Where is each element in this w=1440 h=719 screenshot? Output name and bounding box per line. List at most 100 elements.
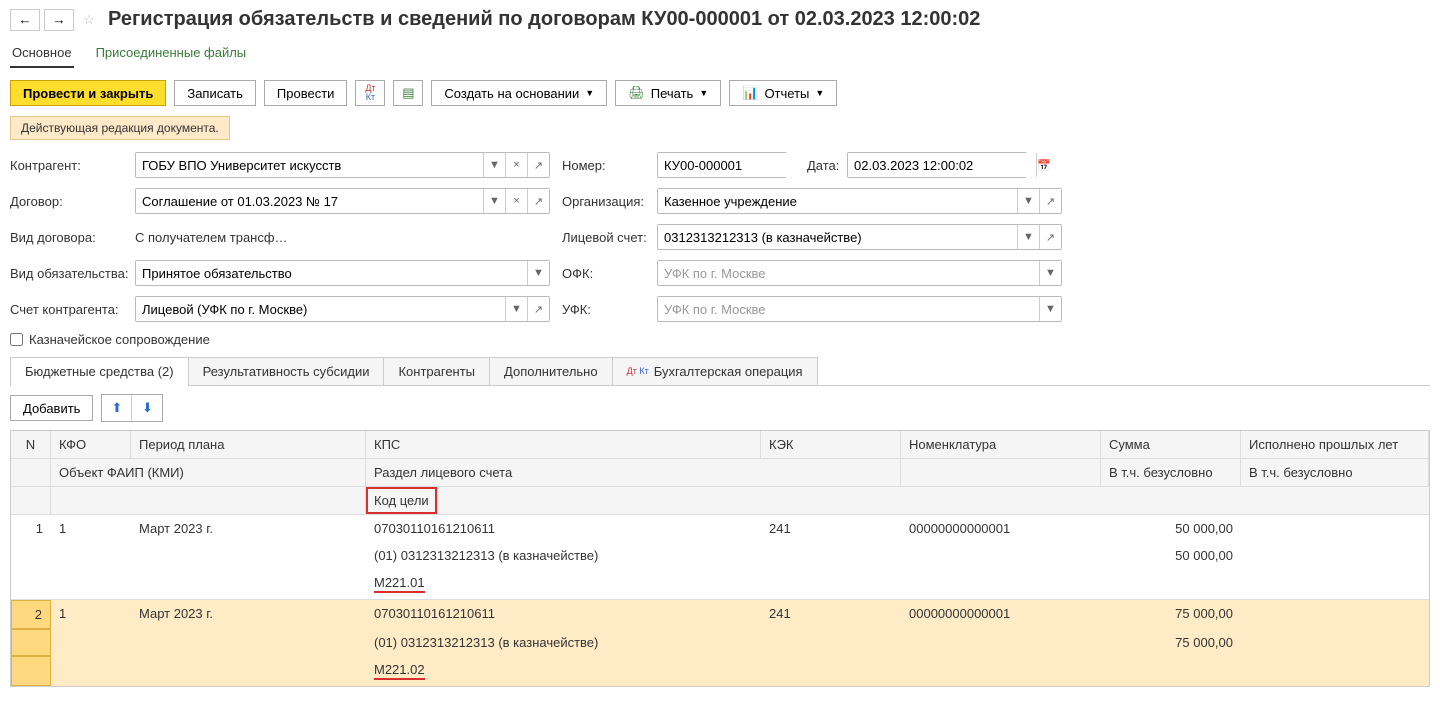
ls-label: Лицевой счет:	[562, 230, 657, 245]
open-button[interactable]: ↗	[527, 153, 549, 177]
status-badge: Действующая редакция документа.	[10, 116, 230, 140]
dropdown-button[interactable]: ▼	[505, 297, 527, 321]
col-period: Период плана	[131, 431, 366, 458]
ufk-label: УФК:	[562, 302, 657, 317]
cell-kps: 07030110161210611	[366, 600, 761, 629]
chevron-down-icon: ▼	[585, 88, 594, 98]
contract-type-value: С получателем трансф…	[135, 230, 288, 245]
cell-kod-celi: М221.02	[374, 662, 425, 680]
list-view-button[interactable]: ▤	[393, 80, 423, 106]
dropdown-button[interactable]: ▼	[483, 189, 505, 213]
col-vtch-1: В т.ч. безусловно	[1101, 459, 1241, 486]
cell-nom: 00000000000001	[901, 600, 1101, 629]
cell-period: Март 2023 г.	[131, 515, 366, 542]
col-nom: Номенклатура	[901, 431, 1101, 458]
dropdown-button[interactable]: ▼	[483, 153, 505, 177]
cell-kek: 241	[761, 600, 901, 629]
dropdown-button[interactable]: ▼	[1039, 261, 1061, 285]
move-down-button[interactable]: ⬇	[132, 395, 162, 421]
cell-sum: 50 000,00	[1101, 515, 1241, 542]
favorite-star-icon[interactable]: ☆	[78, 9, 100, 31]
table-row[interactable]: 1 1 Март 2023 г. 07030110161210611 241 0…	[11, 514, 1429, 599]
col-executed: Исполнено прошлых лет	[1241, 431, 1429, 458]
ufk-input[interactable]	[658, 297, 1039, 321]
col-vtch-2: В т.ч. безусловно	[1241, 459, 1429, 486]
add-row-button[interactable]: Добавить	[10, 395, 93, 421]
chevron-down-icon: ▼	[699, 88, 708, 98]
contract-label: Договор:	[10, 194, 135, 209]
col-kps: КПС	[366, 431, 761, 458]
open-button[interactable]: ↗	[1039, 225, 1061, 249]
col-razdel: Раздел лицевого счета	[366, 459, 901, 486]
cell-sum: 75 000,00	[1101, 600, 1241, 629]
account-input[interactable]	[136, 297, 505, 321]
reports-button[interactable]: 📊 Отчеты ▼	[729, 80, 837, 106]
date-label: Дата:	[807, 158, 847, 173]
tab-additional[interactable]: Дополнительно	[489, 357, 613, 385]
cell-vtch-sum: 75 000,00	[1101, 629, 1241, 656]
org-input[interactable]	[658, 189, 1017, 213]
col-sum: Сумма	[1101, 431, 1241, 458]
date-input[interactable]	[848, 153, 1036, 177]
budget-table: N КФО Период плана КПС КЭК Номенклатура …	[10, 430, 1430, 687]
dropdown-button[interactable]: ▼	[1017, 225, 1039, 249]
printer-icon: 🖨	[628, 85, 645, 101]
tab-contragents[interactable]: Контрагенты	[383, 357, 490, 385]
create-based-button[interactable]: Создать на основании ▼	[431, 80, 607, 106]
nav-forward-button[interactable]: →	[44, 9, 74, 31]
contract-type-label: Вид договора:	[10, 230, 135, 245]
open-button[interactable]: ↗	[527, 189, 549, 213]
obligation-type-input[interactable]	[136, 261, 527, 285]
col-faip: Объект ФАИП (КМИ)	[51, 459, 366, 486]
tab-main[interactable]: Основное	[10, 39, 74, 68]
arrow-down-icon: ⬇	[142, 400, 153, 416]
open-button[interactable]: ↗	[527, 297, 549, 321]
cell-nom: 00000000000001	[901, 515, 1101, 542]
obligation-type-label: Вид обязательства:	[10, 266, 135, 281]
open-button[interactable]: ↗	[1039, 189, 1061, 213]
cell-vtch-sum: 50 000,00	[1101, 542, 1241, 569]
contract-input[interactable]	[136, 189, 483, 213]
clear-button[interactable]: ×	[505, 153, 527, 177]
col-n: N	[11, 431, 51, 458]
table-row[interactable]: 2 1 Март 2023 г. 07030110161210611 241 0…	[11, 599, 1429, 686]
post-button[interactable]: Провести	[264, 80, 348, 106]
dropdown-button[interactable]: ▼	[1017, 189, 1039, 213]
ls-input[interactable]	[658, 225, 1017, 249]
clear-button[interactable]: ×	[505, 189, 527, 213]
move-up-button[interactable]: ⬆	[102, 395, 132, 421]
col-kod-celi: Код цели	[366, 487, 437, 514]
tab-budget-funds[interactable]: Бюджетные средства (2)	[10, 357, 189, 386]
col-kek: КЭК	[761, 431, 901, 458]
cell-n: 2	[11, 600, 51, 629]
cell-period: Март 2023 г.	[131, 600, 366, 629]
number-label: Номер:	[562, 158, 657, 173]
cell-razdel: (01) 0312313212313 (в казначействе)	[366, 542, 901, 569]
cell-kek: 241	[761, 515, 901, 542]
tab-accounting-operation[interactable]: Дт Кт Бухгалтерская операция	[612, 357, 818, 385]
contragent-input[interactable]	[136, 153, 483, 177]
chevron-down-icon: ▼	[815, 88, 824, 98]
cell-kfo: 1	[51, 600, 131, 629]
treasury-checkbox-label: Казначейское сопровождение	[29, 332, 210, 347]
treasury-checkbox[interactable]	[10, 333, 23, 346]
calendar-button[interactable]: 📅	[1036, 153, 1051, 177]
list-icon: ▤	[402, 85, 414, 101]
ofk-input[interactable]	[658, 261, 1039, 285]
dropdown-button[interactable]: ▼	[527, 261, 549, 285]
tab-subsidy-result[interactable]: Результативность субсидии	[188, 357, 385, 385]
dropdown-button[interactable]: ▼	[1039, 297, 1061, 321]
post-and-close-button[interactable]: Провести и закрыть	[10, 80, 166, 106]
account-label: Счет контрагента:	[10, 302, 135, 317]
cell-kod-celi: М221.01	[374, 575, 425, 593]
page-title: Регистрация обязательств и сведений по д…	[108, 8, 980, 31]
contragent-label: Контрагент:	[10, 158, 135, 173]
cell-razdel: (01) 0312313212313 (в казначействе)	[366, 629, 901, 656]
print-button[interactable]: 🖨 Печать ▼	[615, 80, 721, 106]
tab-attached-files[interactable]: Присоединенные файлы	[94, 39, 249, 68]
cell-kps: 07030110161210611	[366, 515, 761, 542]
save-button[interactable]: Записать	[174, 80, 256, 106]
dt-kt-button[interactable]: ДтКт	[355, 80, 385, 106]
nav-back-button[interactable]: ←	[10, 9, 40, 31]
org-label: Организация:	[562, 194, 657, 209]
